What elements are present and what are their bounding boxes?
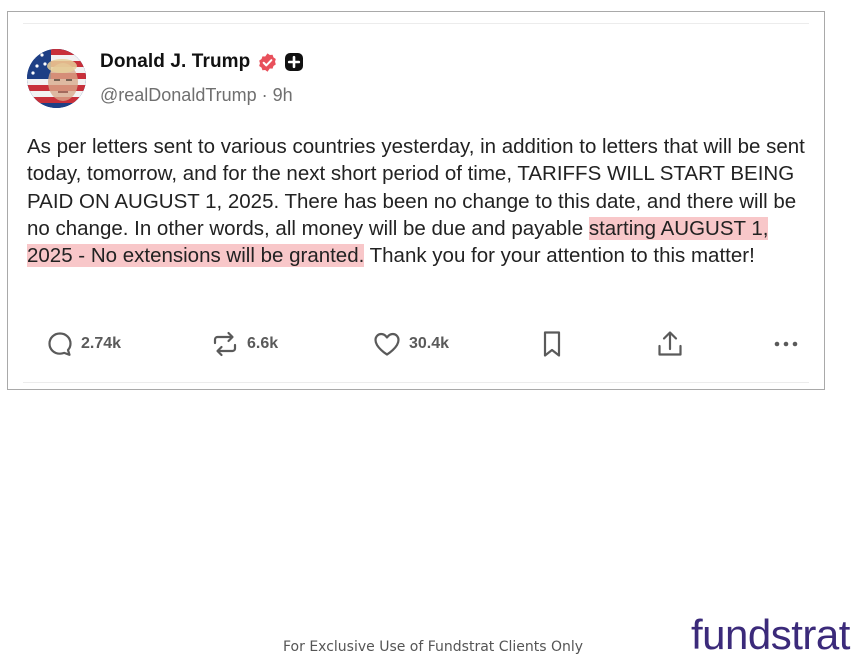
more-dots-icon <box>772 330 800 358</box>
share-upload-icon <box>655 329 685 359</box>
top-divider <box>23 23 809 24</box>
like-button[interactable]: 30.4k <box>372 327 449 361</box>
repost-icon <box>210 330 240 358</box>
author-handle[interactable]: @realDonaldTrump <box>100 85 257 105</box>
footer-disclaimer: For Exclusive Use of Fundstrat Clients O… <box>283 639 584 655</box>
reply-button[interactable]: 2.74k <box>46 327 121 361</box>
bookmark-button[interactable] <box>540 327 564 361</box>
meta-separator: · <box>256 85 273 105</box>
avatar[interactable] <box>27 49 86 108</box>
reply-count: 2.74k <box>81 335 122 352</box>
heart-icon <box>372 330 402 358</box>
reply-icon <box>46 330 74 358</box>
post-body: As per letters sent to various countries… <box>27 133 817 269</box>
author-display-name[interactable]: Donald J. Trump <box>100 51 250 73</box>
plus-badge-icon <box>284 52 304 72</box>
like-count: 30.4k <box>409 335 450 352</box>
post-actions: 2.74k 6.6k 30.4k <box>46 327 806 361</box>
repost-count: 6.6k <box>247 335 279 352</box>
repost-button[interactable]: 6.6k <box>210 327 278 361</box>
fundstrat-logo: fundstrat <box>691 611 850 658</box>
author-meta-row: @realDonaldTrump · 9h <box>100 85 293 106</box>
share-button[interactable] <box>655 327 685 361</box>
post-card: Donald J. Trump @realDonaldTrump · 9h As… <box>7 11 825 390</box>
verified-badge-icon <box>257 52 278 73</box>
avatar-flag-portrait-image <box>27 49 86 108</box>
bottom-divider <box>23 382 809 383</box>
post-text-closing: Thank you for your attention to this mat… <box>364 244 755 268</box>
bookmark-icon <box>540 329 564 359</box>
more-options-button[interactable] <box>772 327 800 361</box>
post-timestamp[interactable]: 9h <box>273 85 293 105</box>
author-name-row: Donald J. Trump <box>100 51 304 73</box>
